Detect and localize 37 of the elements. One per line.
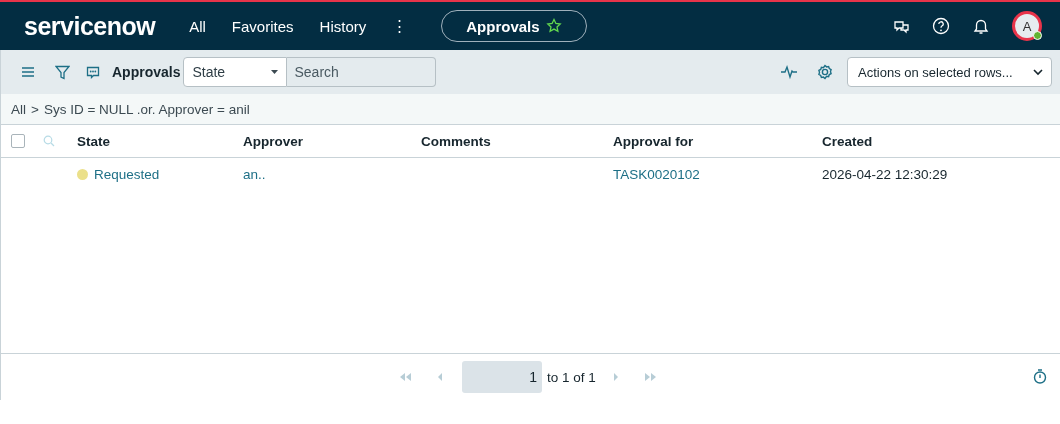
nav-menu-item[interactable]: All — [189, 17, 206, 35]
menu-icon[interactable] — [21, 65, 35, 79]
page-number-field[interactable]: 1 — [462, 361, 542, 393]
column-header[interactable]: State — [77, 133, 243, 149]
nav-menu-item[interactable]: Favorites — [231, 17, 294, 35]
breadcrumb-link[interactable]: All — [11, 101, 26, 117]
filter-icon[interactable] — [55, 64, 70, 80]
breadcrumb-link[interactable]: Sys ID = NULL .or. Approver = anil — [43, 101, 250, 117]
star-icon[interactable] — [545, 18, 562, 34]
servicenow-logo[interactable]: servicenow — [24, 11, 156, 41]
column-header[interactable]: Created — [822, 133, 1060, 149]
nav-menu-item[interactable]: History — [319, 17, 367, 35]
caret-icon — [271, 70, 279, 74]
nav-menu-item[interactable]: ⋮ — [392, 17, 408, 35]
column-header[interactable]: Approval for — [613, 133, 822, 149]
state-link[interactable]: Requested — [94, 166, 160, 182]
user-avatar[interactable]: A — [1012, 11, 1042, 41]
select-all-checkbox[interactable] — [11, 134, 25, 148]
approval-for-link[interactable]: TASK0020102 — [613, 166, 822, 182]
page-range-text: to 1 of 1 — [547, 369, 596, 385]
chat-icon[interactable] — [893, 18, 910, 34]
table-cell-text: 2026-04-22 12:30:29 — [822, 166, 949, 182]
bell-icon[interactable] — [972, 17, 990, 35]
activity-icon[interactable] — [781, 64, 797, 80]
breadcrumb-separator: > — [31, 101, 39, 117]
column-header[interactable]: Comments — [421, 133, 613, 149]
help-icon[interactable] — [932, 17, 950, 35]
search-field[interactable]: Search — [287, 57, 437, 87]
settings-icon[interactable] — [817, 64, 833, 80]
actions-dropdown[interactable]: Actions on selected rows... — [847, 57, 1052, 87]
approver-link[interactable]: an.. — [243, 166, 421, 182]
list-title: Approvals — [112, 64, 181, 80]
timer-icon[interactable] — [1033, 369, 1047, 384]
chevron-down-icon — [1033, 68, 1043, 76]
search-field-select[interactable]: State — [183, 57, 288, 87]
comment-icon[interactable] — [86, 65, 100, 79]
column-header[interactable]: Approver — [243, 133, 421, 149]
